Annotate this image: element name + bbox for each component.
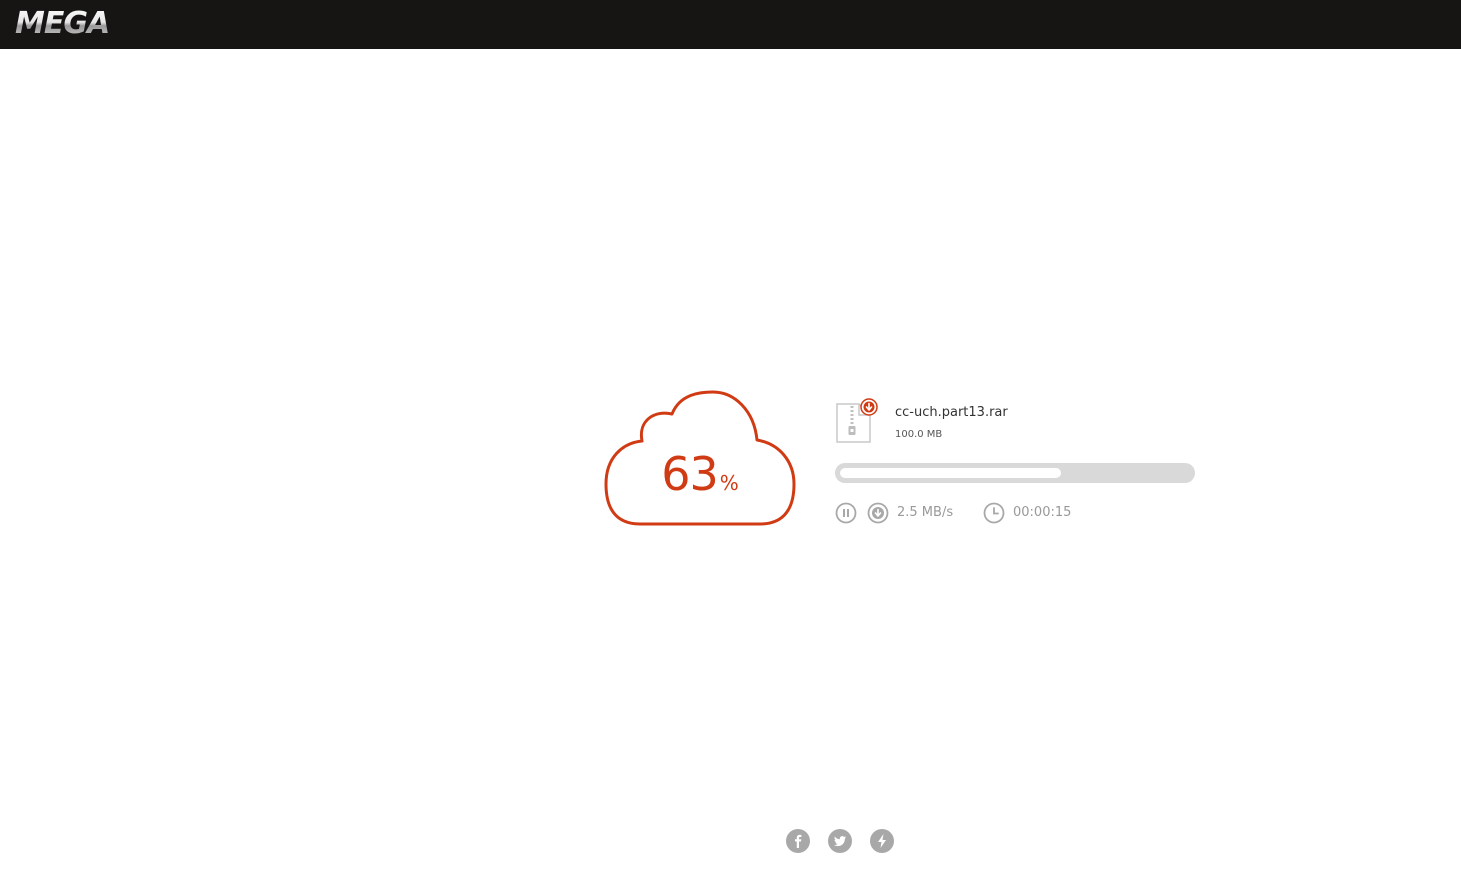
progress-percent-value: 63 [661,447,719,501]
facebook-icon [795,834,802,848]
lightning-icon [878,834,886,848]
download-arrow-icon [867,502,889,524]
mega-logo[interactable]: MEGA [15,6,110,42]
pause-icon [835,502,857,524]
twitter-icon [834,836,846,847]
clock-icon [983,502,1005,524]
progress-percent: 63% [600,447,800,501]
facebook-button[interactable] [786,829,810,853]
download-speed: 2.5 MB/s [897,505,954,520]
archive-file-icon [834,398,880,446]
file-size: 100.0 MB [895,429,943,440]
progress-percent-sign: % [719,471,739,495]
twitter-button[interactable] [828,829,852,853]
progress-bar-fill [840,468,1061,478]
lightning-button[interactable] [870,829,894,853]
top-bar: MEGA [0,0,1461,49]
time-remaining: 00:00:15 [1013,505,1072,520]
download-speed-indicator [867,502,889,524]
time-remaining-indicator [983,502,1005,524]
pause-button[interactable] [835,502,857,524]
progress-bar [835,463,1195,483]
download-progress-cloud: 63% [600,388,800,530]
download-badge-icon [860,398,878,416]
file-name: cc-uch.part13.rar [895,405,1008,420]
